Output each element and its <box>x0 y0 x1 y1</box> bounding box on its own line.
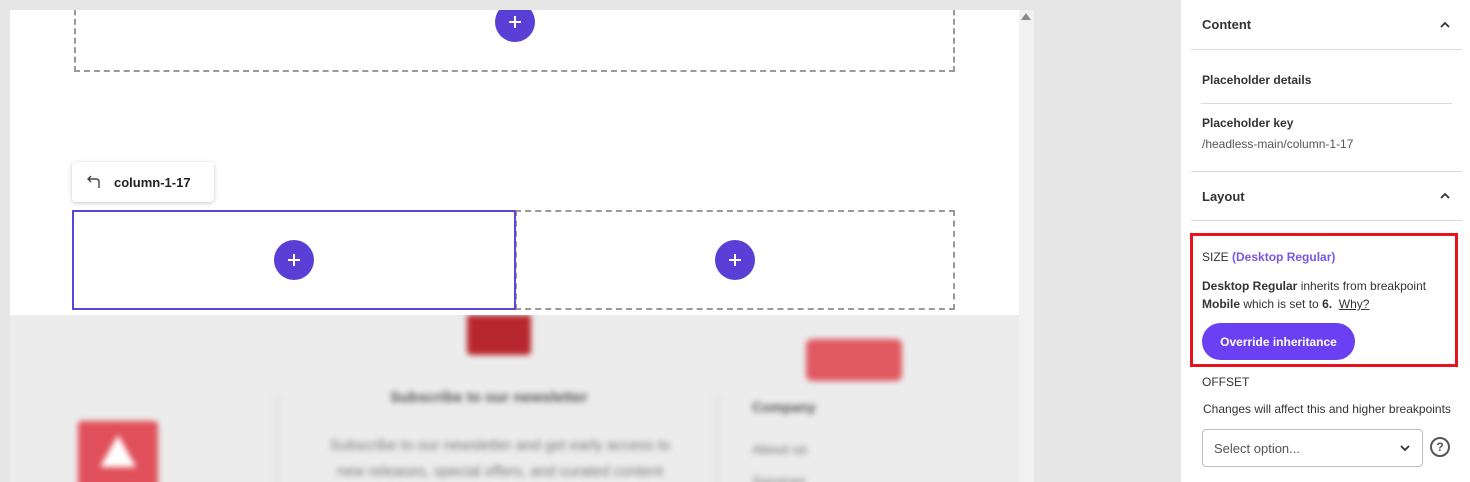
plus-icon <box>509 16 521 28</box>
add-component-button-right[interactable] <box>715 240 755 280</box>
size-label: SIZE (Desktop Regular) <box>1202 250 1335 264</box>
divider <box>1201 103 1452 104</box>
section-title: Content <box>1202 17 1252 32</box>
inheritance-info: Desktop Regular inherits from breakpoint… <box>1202 277 1452 313</box>
scroll-up-arrow-icon[interactable] <box>1021 13 1031 20</box>
properties-panel: Content Placeholder details Placeholder … <box>1181 0 1470 482</box>
editor-canvas: column-1-17 Subscribe to our newsletter … <box>10 10 1034 482</box>
override-inheritance-button[interactable]: Override inheritance <box>1202 323 1355 360</box>
add-component-button-left[interactable] <box>274 240 314 280</box>
canvas-scrollbar[interactable] <box>1019 10 1034 482</box>
footer-divider <box>716 395 718 482</box>
chevron-down-icon <box>1400 445 1410 452</box>
parent-selector-chip[interactable]: column-1-17 <box>72 162 214 202</box>
footer-top-button <box>806 339 902 381</box>
placeholder-key-label: Placeholder key <box>1202 116 1294 130</box>
chip-label: column-1-17 <box>114 174 191 190</box>
plus-icon <box>288 254 300 266</box>
why-link[interactable]: Why? <box>1339 297 1370 311</box>
plus-icon <box>729 254 741 266</box>
size-breakpoint-name: (Desktop Regular) <box>1232 250 1336 264</box>
arrow-up-left-icon <box>87 175 100 188</box>
footer-paragraph: Subscribe to our newsletter and get earl… <box>329 437 671 480</box>
offset-help-text: Changes will affect this and higher brea… <box>1203 402 1451 416</box>
inherit-value: 6. <box>1322 297 1333 311</box>
inherit-text: which is set to <box>1243 297 1319 311</box>
inherit-text: inherits from breakpoint <box>1300 279 1427 293</box>
footer-link: Services <box>752 473 806 482</box>
footer-red-tab <box>467 315 531 355</box>
offset-select[interactable]: Select option... <box>1202 429 1423 467</box>
select-placeholder: Select option... <box>1214 440 1300 456</box>
inherit-source-breakpoint: Mobile <box>1202 297 1240 311</box>
section-title: Layout <box>1202 188 1245 204</box>
footer-divider <box>276 395 278 482</box>
footer-column-title: Company <box>752 399 816 415</box>
size-label-text: SIZE <box>1202 250 1229 264</box>
footer-heading: Subscribe to our newsletter <box>390 389 588 406</box>
footer-logo <box>78 421 158 482</box>
chevron-up-icon <box>1440 192 1450 199</box>
inherit-breakpoint: Desktop Regular <box>1202 279 1298 293</box>
footer-link: About us <box>752 441 808 457</box>
footer-preview: Subscribe to our newsletter Subscribe to… <box>10 315 1019 482</box>
placeholder-details-label: Placeholder details <box>1202 73 1312 87</box>
placeholder-key-value: /headless-main/column-1-17 <box>1202 137 1354 151</box>
section-header-layout[interactable]: Layout <box>1191 171 1462 221</box>
section-header-content[interactable]: Content <box>1191 0 1462 50</box>
chevron-up-icon <box>1440 21 1450 28</box>
help-icon[interactable]: ? <box>1430 437 1450 457</box>
offset-label: OFFSET <box>1202 375 1250 389</box>
